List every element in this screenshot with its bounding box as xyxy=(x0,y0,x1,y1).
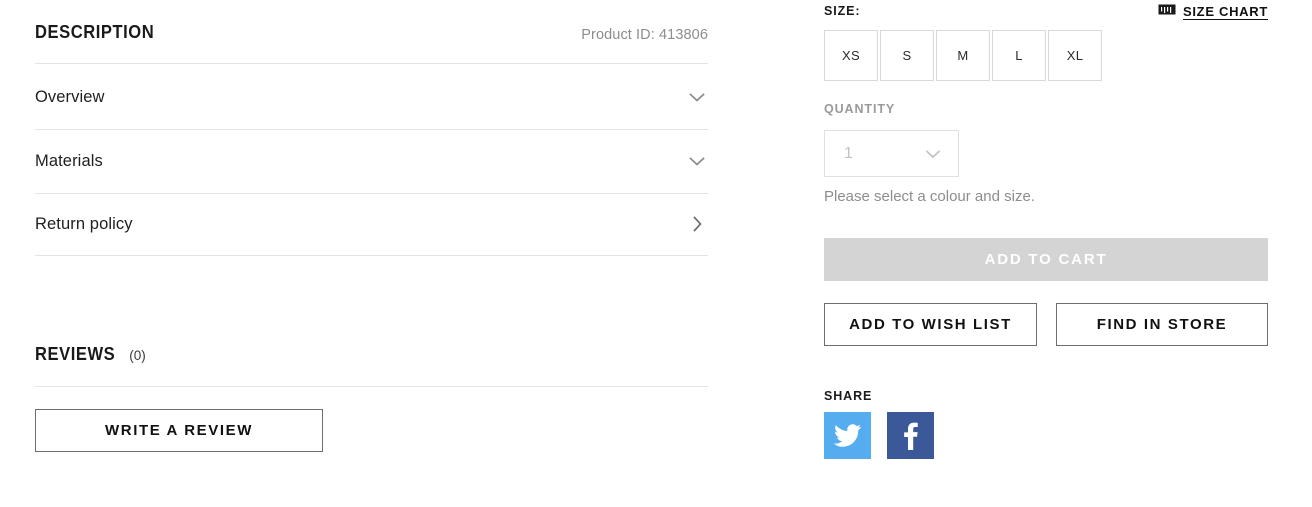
size-swatch-group: XS S M L XL xyxy=(824,30,1102,81)
write-review-button[interactable]: Write a Review xyxy=(35,409,323,452)
size-chart-link[interactable]: Size Chart xyxy=(1158,2,1268,20)
accordion-item-materials[interactable]: Materials xyxy=(35,130,708,192)
description-reviews-column: DESCRIPTION Product ID: 413806 Overview … xyxy=(0,0,760,507)
accordion-item-overview[interactable]: Overview xyxy=(35,66,708,128)
reviews-header: REVIEWS (0) xyxy=(35,344,146,365)
quantity-label: QUANTITY xyxy=(824,102,896,116)
size-swatch-s[interactable]: S xyxy=(880,30,934,81)
size-swatch-xs[interactable]: XS xyxy=(824,30,878,81)
divider xyxy=(35,255,708,256)
quantity-value: 1 xyxy=(844,144,853,162)
size-label: SIZE: xyxy=(824,4,861,18)
twitter-icon xyxy=(834,424,861,447)
description-header: DESCRIPTION Product ID: 413806 xyxy=(35,22,708,52)
purchase-panel: SIZE: Size Chart XS S M L XL QUANTITY 1 xyxy=(824,0,1268,507)
page-title: DESCRIPTION xyxy=(35,22,155,42)
quantity-select[interactable]: 1 xyxy=(824,130,959,177)
size-chart-label: Size Chart xyxy=(1183,3,1268,19)
facebook-share-button[interactable] xyxy=(887,412,934,459)
size-row: SIZE: Size Chart xyxy=(824,2,1268,20)
size-swatch-xl[interactable]: XL xyxy=(1048,30,1102,81)
accordion-label: Overview xyxy=(35,87,105,106)
share-label: SHARE xyxy=(824,389,873,403)
chevron-right-icon[interactable] xyxy=(686,213,708,235)
share-icon-group xyxy=(824,412,934,459)
divider xyxy=(35,386,708,387)
chevron-down-icon xyxy=(923,144,943,164)
size-swatch-m[interactable]: M xyxy=(936,30,990,81)
add-to-cart-button[interactable]: Add to Cart xyxy=(824,238,1268,281)
reviews-count: (0) xyxy=(129,348,146,363)
accordion-label: Return policy xyxy=(35,214,133,233)
add-to-wish-list-button[interactable]: Add to Wish List xyxy=(824,303,1037,346)
chevron-down-icon[interactable] xyxy=(686,86,708,108)
twitter-share-button[interactable] xyxy=(824,412,871,459)
size-swatch-l[interactable]: L xyxy=(992,30,1046,81)
divider xyxy=(35,63,708,64)
facebook-icon xyxy=(903,421,918,450)
ruler-icon xyxy=(1158,2,1176,20)
accordion-item-return-policy[interactable]: Return policy xyxy=(35,193,708,255)
find-in-store-button[interactable]: Find in Store xyxy=(1056,303,1268,346)
selection-helper-text: Please select a colour and size. xyxy=(824,188,1035,205)
accordion-label: Materials xyxy=(35,151,103,170)
reviews-title: REVIEWS xyxy=(35,344,116,364)
chevron-down-icon[interactable] xyxy=(686,150,708,172)
product-id: Product ID: 413806 xyxy=(581,27,708,43)
